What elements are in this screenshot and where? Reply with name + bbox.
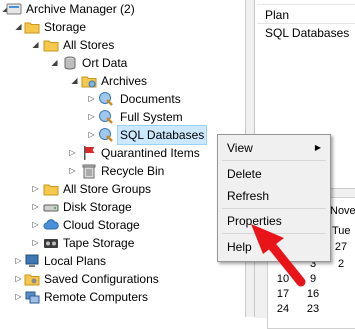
tree-label: Archive Manager (2) (26, 2, 135, 16)
list-item[interactable]: SQL Databases (265, 24, 349, 42)
expand-arrow-icon[interactable]: ▷ (87, 108, 96, 126)
tree-label: Saved Configurations (44, 272, 159, 286)
expand-arrow-icon[interactable]: ▷ (14, 252, 23, 270)
menu-separator (222, 160, 326, 161)
expand-arrow-icon[interactable]: ▷ (87, 126, 96, 144)
tree-label: Tape Storage (63, 236, 135, 250)
folder-icon (43, 184, 59, 196)
computer-icon (25, 254, 39, 267)
archive-manager-icon (6, 3, 22, 15)
calendar-day[interactable]: 2 (331, 258, 351, 270)
expand-arrow-icon[interactable]: ▷ (68, 144, 77, 162)
column-header-plan[interactable]: Plan (257, 4, 355, 24)
tree-label: Storage (44, 20, 87, 34)
calendar-weekday-header: Tue (332, 225, 351, 237)
tree-label: Documents (120, 92, 181, 106)
tree-label: Ort Data (82, 56, 128, 70)
tree-label: Local Plans (44, 254, 107, 268)
calendar-day[interactable]: 17 (273, 288, 293, 300)
archive-plan-icon (99, 92, 113, 106)
tree-label: Quarantined Items (101, 146, 200, 160)
expand-arrow-icon[interactable]: ▷ (31, 234, 40, 252)
configuration-folder-icon (24, 274, 40, 286)
calendar-day[interactable]: 9 (303, 273, 323, 285)
menu-item-help[interactable]: Help (221, 237, 327, 257)
menu-item-refresh[interactable]: Refresh (221, 186, 327, 206)
tree-label: Cloud Storage (63, 218, 140, 232)
recycle-bin-icon (82, 164, 96, 179)
calendar-day[interactable]: 10 (273, 273, 293, 285)
tree-label: Disk Storage (63, 200, 132, 214)
navigation-tree: ◢ Archive Manager (2) ◢ Storage ◢ All St… (0, 0, 245, 317)
tree-label: Archives (101, 74, 148, 88)
menu-item-label: View (227, 141, 253, 155)
expand-arrow-icon[interactable]: ▷ (14, 270, 23, 288)
calendar-day[interactable]: 27 (331, 241, 351, 253)
menu-item-view[interactable]: View ▶ (221, 138, 327, 158)
collapse-arrow-icon[interactable]: ◢ (50, 54, 59, 72)
menu-separator (222, 233, 326, 234)
cloud-icon (43, 219, 59, 230)
disk-drive-icon (43, 204, 59, 212)
remote-computers-icon (25, 291, 40, 304)
submenu-arrow-icon: ▶ (314, 143, 321, 152)
calendar-day[interactable]: 24 (273, 303, 293, 315)
tree-label: SQL Databases (117, 125, 208, 145)
menu-separator (222, 208, 326, 209)
expand-arrow-icon[interactable]: ▷ (31, 180, 40, 198)
collapse-arrow-icon[interactable]: ◢ (31, 36, 40, 54)
archive-plan-icon (99, 110, 113, 124)
database-icon (64, 56, 76, 70)
archive-plan-icon (99, 128, 113, 142)
calendar-day[interactable]: 23 (303, 303, 323, 315)
tree-label: All Stores (63, 38, 115, 52)
expand-arrow-icon[interactable]: ▷ (31, 216, 40, 234)
folder-icon (24, 22, 40, 34)
expand-arrow-icon[interactable]: ▷ (14, 288, 23, 306)
menu-item-delete[interactable]: Delete (221, 164, 327, 184)
calendar-month[interactable]: Nove (330, 205, 355, 217)
tree-label: Recycle Bin (101, 164, 165, 178)
archive-folder-icon (81, 76, 97, 88)
collapse-arrow-icon[interactable]: ◢ (14, 18, 23, 36)
tape-icon (44, 239, 58, 248)
collapse-arrow-icon[interactable]: ◢ (70, 72, 79, 90)
expand-arrow-icon[interactable]: ▷ (31, 198, 40, 216)
folder-icon (43, 40, 59, 52)
tree-label: Remote Computers (44, 290, 149, 304)
tree-label: All Store Groups (63, 182, 152, 196)
menu-item-properties[interactable]: Properties (221, 211, 327, 231)
quarantine-flag-icon (84, 146, 95, 160)
expand-arrow-icon[interactable]: ▷ (87, 90, 96, 108)
calendar-day[interactable]: 16 (303, 288, 323, 300)
context-menu: View ▶ Delete Refresh Properties Help (217, 134, 331, 262)
tree-label: Full System (120, 110, 183, 124)
expand-arrow-icon[interactable]: ▷ (68, 162, 77, 180)
